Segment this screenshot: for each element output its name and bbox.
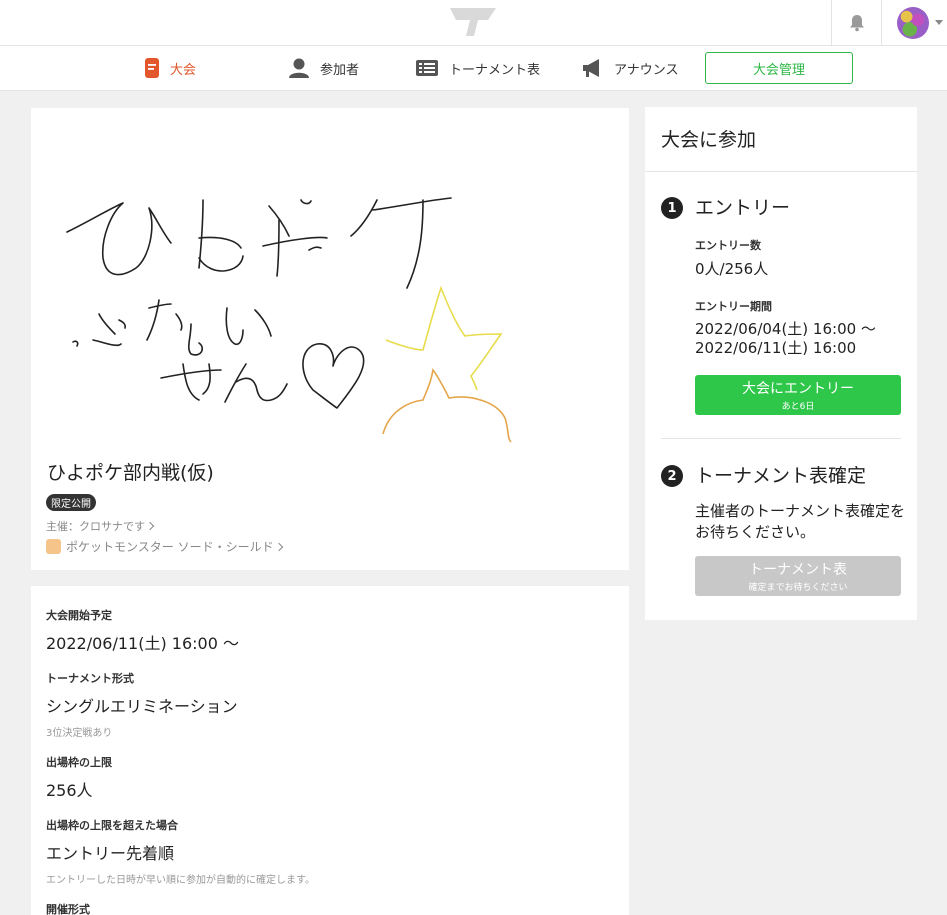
step-title: エントリー (695, 197, 791, 219)
bracket-wait-message: 主催者のトーナメント表確定をお待ちください。 (695, 502, 906, 541)
tournament-hero-card: ひよポケ部内戦(仮) 限定公開 主催：クロサナです ポケットモンスター ソード・… (31, 108, 629, 570)
tournament-cover-image (66, 197, 512, 443)
tab-participants[interactable]: 参加者 (288, 46, 359, 90)
step-title: トーナメント表確定 (695, 465, 867, 487)
game-label: ポケットモンスター ソード・シールド (66, 540, 274, 554)
join-panel: 大会に参加 1 エントリー エントリー数 0人/256人 エントリー期間 202… (645, 107, 917, 620)
avatar (897, 6, 929, 39)
game-icon (46, 539, 61, 554)
bracket-button-label: トーナメント表 (749, 562, 847, 578)
detail-note: エントリーした日時が早い順に参加が自動的に確定します。 (46, 875, 315, 886)
person-icon (288, 57, 310, 79)
notification-button[interactable] (831, 0, 881, 45)
visibility-badge: 限定公開 (46, 494, 96, 511)
app-logo[interactable] (448, 6, 498, 38)
chevron-right-icon (145, 521, 155, 531)
detail-value: 2022/06/11(土) 16:00 ～ (46, 634, 239, 653)
entry-count-value: 0人/256人 (695, 260, 769, 278)
megaphone-icon (582, 58, 604, 78)
tournament-tabs: 大会 参加者 トーナメント表 アナウンス 大会管理 (0, 46, 947, 91)
entry-period-end: 2022/06/11(土) 16:00 (695, 339, 857, 357)
tab-tournament[interactable]: 大会 (144, 46, 196, 90)
divider (661, 438, 901, 439)
entry-count-label: エントリー数 (695, 239, 761, 252)
bell-icon (849, 14, 864, 31)
detail-label: トーナメント形式 (46, 672, 134, 685)
tab-announce[interactable]: アナウンス (582, 46, 678, 90)
tab-bracket[interactable]: トーナメント表 (415, 46, 540, 90)
tab-label: トーナメント表 (449, 62, 541, 78)
user-menu[interactable] (881, 0, 947, 45)
game-link[interactable]: ポケットモンスター ソード・シールド (46, 538, 283, 555)
tab-label: 参加者 (320, 62, 360, 78)
top-header (0, 0, 947, 46)
detail-value: エントリー先着順 (46, 844, 175, 863)
entry-button-label: 大会にエントリー (742, 381, 854, 397)
chevron-down-icon (935, 20, 943, 25)
detail-label: 出場枠の上限を超えた場合 (46, 819, 178, 832)
document-icon (144, 57, 160, 79)
tournament-details-card: 大会開始予定 2022/06/11(土) 16:00 ～ トーナメント形式 シン… (31, 586, 629, 915)
detail-note: 3位決定戦あり (46, 728, 113, 739)
detail-event-style: 開催形式 (46, 901, 90, 915)
detail-value: 256人 (46, 781, 93, 800)
detail-value: シングルエリミネーション (46, 697, 238, 716)
detail-format: トーナメント形式 シングルエリミネーション 3位決定戦あり (46, 670, 238, 739)
entry-button-sublabel: あと6日 (781, 402, 815, 412)
tab-label: アナウンス (614, 62, 679, 78)
detail-label: 開催形式 (46, 903, 90, 915)
tab-label: 大会 (170, 62, 197, 78)
entry-period-start: 2022/06/04(土) 16:00 ～ (695, 320, 876, 338)
bracket-list-icon (415, 59, 439, 77)
organizer-link[interactable]: 主催：クロサナです (46, 518, 155, 534)
join-heading: 大会に参加 (645, 107, 917, 172)
tournament-title: ひよポケ部内戦(仮) (47, 462, 214, 484)
step-number: 1 (661, 197, 683, 219)
entry-period-label: エントリー期間 (695, 300, 772, 313)
detail-label: 出場枠の上限 (46, 756, 112, 769)
bracket-button[interactable]: トーナメント表 確定までお待ちください (695, 556, 901, 596)
step-number: 2 (661, 465, 683, 487)
detail-label: 大会開始予定 (46, 609, 112, 622)
bracket-button-sublabel: 確定までお待ちください (748, 583, 848, 593)
entry-button[interactable]: 大会にエントリー あと6日 (695, 375, 901, 415)
chevron-right-icon (274, 542, 283, 551)
manage-tournament-button[interactable]: 大会管理 (705, 52, 853, 84)
organizer-label: 主催：クロサナです (46, 520, 145, 533)
detail-overflow-rule: 出場枠の上限を超えた場合 エントリー先着順 エントリーした日時が早い順に参加が自… (46, 817, 315, 886)
detail-start-time: 大会開始予定 2022/06/11(土) 16:00 ～ (46, 607, 239, 654)
detail-capacity: 出場枠の上限 256人 (46, 754, 112, 801)
